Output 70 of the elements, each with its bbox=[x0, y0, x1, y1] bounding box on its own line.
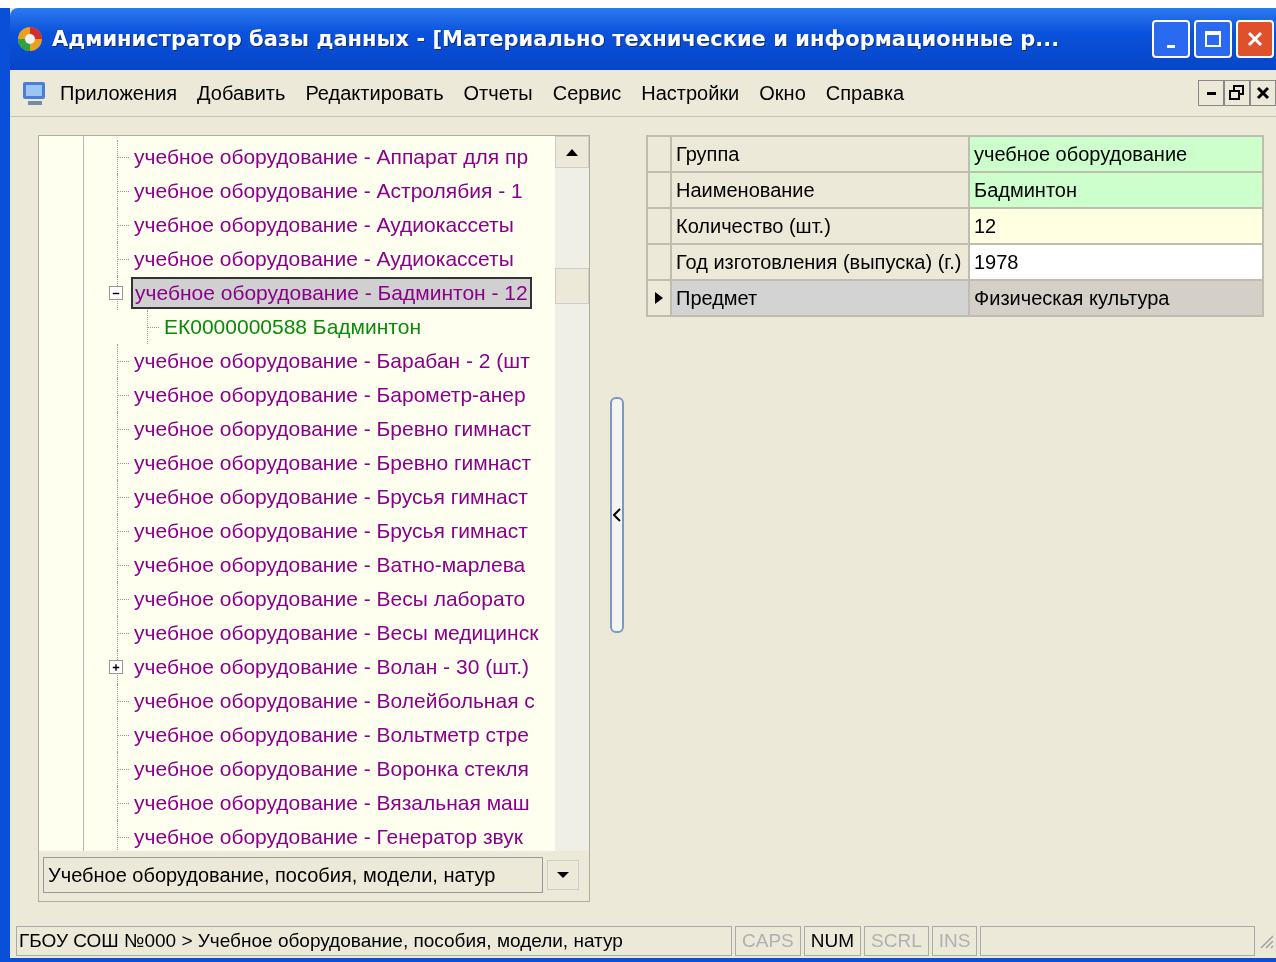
expander-box[interactable] bbox=[109, 286, 123, 300]
app-icon bbox=[16, 25, 44, 53]
row-indicator[interactable] bbox=[648, 281, 670, 315]
window-title: Администратор базы данных - [Материально технические и информационные р... bbox=[52, 27, 1060, 51]
property-value[interactable]: Физическая культура bbox=[970, 281, 1262, 315]
property-value[interactable]: 12 bbox=[970, 209, 1262, 243]
collapse-icon bbox=[613, 508, 621, 522]
close-icon bbox=[1256, 86, 1270, 100]
menu-item[interactable]: Справка bbox=[815, 77, 915, 109]
resize-grip-icon bbox=[1258, 933, 1274, 949]
tree-item[interactable]: учебное оборудование - Бревно гимнаст bbox=[131, 414, 535, 444]
tree-item[interactable]: учебное оборудование - Вязальная маш bbox=[131, 788, 533, 818]
tree-item[interactable]: учебное оборудование - Весы медицинск bbox=[131, 618, 542, 648]
property-label: Наименование bbox=[672, 173, 968, 207]
tree-item[interactable]: учебное оборудование - Волан - 30 (шт.) bbox=[131, 652, 533, 682]
property-label: Год изготовления (выпуска) (г.) bbox=[672, 245, 968, 279]
property-label: Количество (шт.) bbox=[672, 209, 968, 243]
menu-item[interactable]: Добавить bbox=[187, 77, 296, 109]
scroll-up-button[interactable] bbox=[555, 136, 589, 168]
tree-item[interactable]: учебное оборудование - Астролябия - 1 bbox=[131, 176, 526, 206]
tree-item[interactable]: учебное оборудование - Генератор звук bbox=[131, 822, 526, 851]
minimize-icon bbox=[1206, 91, 1216, 95]
close-button[interactable] bbox=[1250, 80, 1276, 106]
restore-button[interactable] bbox=[1224, 80, 1250, 106]
up-arrow-icon bbox=[565, 147, 579, 157]
status-path: ГБОУ СОШ №000 > Учебное оборудование, пособия, модели, натур bbox=[16, 926, 732, 956]
menu-item[interactable]: Окно bbox=[749, 77, 816, 109]
tree-item[interactable]: учебное оборудование - Аудиокассеты bbox=[131, 210, 517, 240]
minimize-icon bbox=[1167, 45, 1175, 48]
menu-item[interactable]: Настройки bbox=[631, 77, 750, 109]
minimize-button[interactable] bbox=[1198, 80, 1224, 106]
property-value[interactable]: Бадминтон bbox=[970, 173, 1262, 207]
tree-item[interactable]: учебное оборудование - Бадминтон - 12 bbox=[131, 277, 532, 309]
tree-item[interactable]: учебное оборудование - Весы лаборато bbox=[131, 584, 529, 614]
caret-icon bbox=[556, 870, 570, 880]
tree-item[interactable]: учебное оборудование - Брусья гимнаст bbox=[131, 482, 531, 512]
tree-item[interactable]: учебное оборудование - Вольтметр стре bbox=[131, 720, 532, 750]
tree-item[interactable]: учебное оборудование - Волейбольная с bbox=[131, 686, 538, 716]
maximize-button[interactable] bbox=[1194, 20, 1232, 58]
status-indicator: CAPS bbox=[735, 926, 801, 956]
scroll-thumb[interactable] bbox=[555, 268, 589, 304]
menu-item[interactable]: Приложения bbox=[50, 77, 187, 109]
property-label: Предмет bbox=[672, 281, 968, 315]
tree-item[interactable]: учебное оборудование - Барометр-анер bbox=[131, 380, 529, 410]
property-label: Группа bbox=[672, 137, 968, 171]
status-indicator: INS bbox=[931, 926, 978, 956]
pointer-icon bbox=[654, 291, 664, 305]
scrollbar[interactable] bbox=[555, 136, 589, 851]
tree-item[interactable]: учебное оборудование - Брусья гимнаст bbox=[131, 516, 531, 546]
category-dropdown[interactable]: Учебное оборудование, пособия, модели, натур bbox=[43, 857, 543, 893]
menu-item[interactable]: Отчеты bbox=[453, 77, 543, 109]
property-value[interactable]: 1978 bbox=[970, 245, 1262, 279]
tree-item[interactable]: учебное оборудование - Воронка стекля bbox=[131, 754, 532, 784]
dropdown-button[interactable] bbox=[547, 860, 579, 890]
menu-item[interactable]: Сервис bbox=[542, 77, 632, 109]
splitter-handle[interactable] bbox=[610, 397, 624, 633]
expander-box[interactable] bbox=[109, 660, 123, 674]
status-indicator: SCRL bbox=[864, 926, 929, 956]
status-indicator: NUM bbox=[803, 926, 862, 956]
tree-item[interactable]: учебное оборудование - Барабан - 2 (шт bbox=[131, 346, 533, 376]
menu-item[interactable]: Редактировать bbox=[295, 77, 454, 109]
property-value[interactable]: учебное оборудование bbox=[970, 137, 1262, 171]
tree-item[interactable]: учебное оборудование - Ватно-марлева bbox=[131, 550, 529, 580]
restore-icon bbox=[1229, 85, 1245, 101]
close-icon bbox=[1246, 30, 1264, 48]
tree-item[interactable]: учебное оборудование - Аппарат для пр bbox=[131, 142, 532, 172]
tree-item[interactable]: учебное оборудование - Бревно гимнаст bbox=[131, 448, 535, 478]
tree-item[interactable]: ЕК0000000588 Бадминтон bbox=[161, 312, 424, 342]
maximize-icon bbox=[1204, 30, 1222, 48]
tree-item[interactable]: учебное оборудование - Аудиокассеты bbox=[131, 244, 517, 274]
